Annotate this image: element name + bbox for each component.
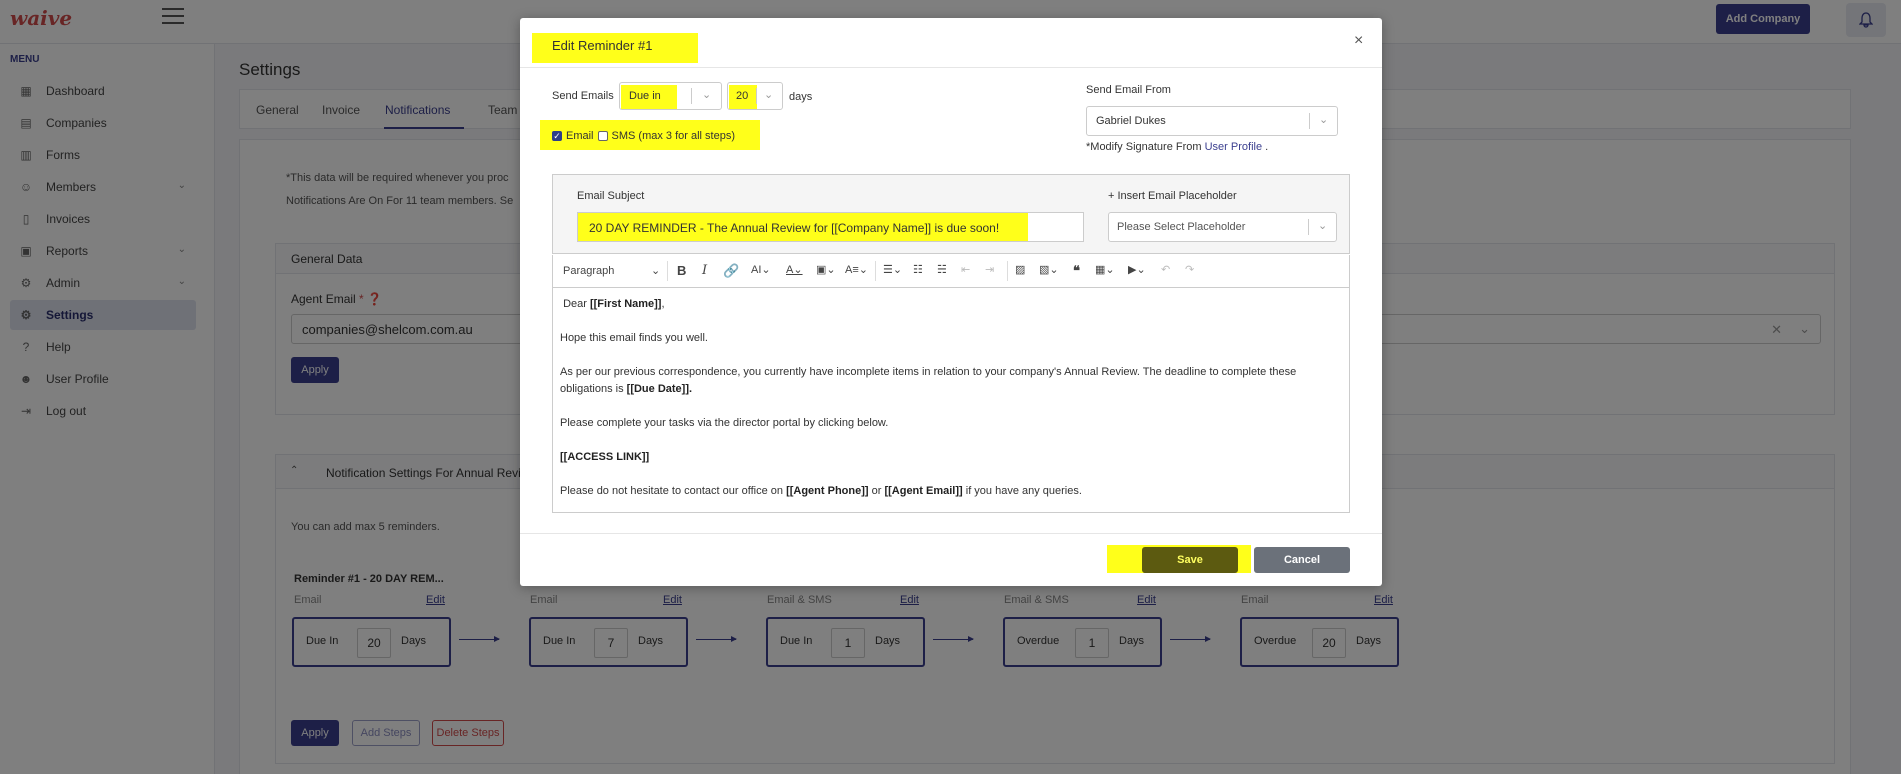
timing-select[interactable]: Due in ⌄ <box>619 82 722 110</box>
edit-reminder-modal: Edit Reminder #1 × Send Emails Due in ⌄ … <box>520 18 1382 586</box>
channel-checkboxes: ✓ Email SMS (max 3 for all steps) <box>552 130 735 142</box>
editor-toolbar: Paragraph ⌄ B I 🔗 AI⌄ A⌄ ▣⌄ A≡⌄ ☰⌄ ☷ ☵ ⇤… <box>552 255 1350 288</box>
image-icon[interactable]: ▨ <box>1015 263 1025 276</box>
send-from-select[interactable]: Gabriel Dukes ⌄ <box>1086 106 1338 136</box>
font-color-icon[interactable]: A⌄ <box>786 263 803 276</box>
sms-checkbox[interactable] <box>597 131 608 141</box>
redo-icon[interactable]: ↷ <box>1185 263 1194 276</box>
insert-image-icon[interactable]: ▧⌄ <box>1039 263 1059 276</box>
email-subject-label: Email Subject <box>577 190 645 202</box>
chevron-down-icon: ⌄ <box>702 89 712 101</box>
font-size-icon[interactable]: AI⌄ <box>751 263 771 276</box>
quote-icon[interactable]: ❝ <box>1073 263 1080 279</box>
outdent-icon[interactable]: ⇤ <box>961 263 970 276</box>
chevron-down-icon: ⌄ <box>1318 220 1328 232</box>
body-paragraph: Please complete your tasks via the direc… <box>560 417 889 429</box>
highlight-color-icon[interactable]: ▣⌄ <box>816 263 836 276</box>
chevron-down-icon[interactable]: ⌄ <box>651 264 660 277</box>
link-icon[interactable]: 🔗 <box>723 263 739 279</box>
body-paragraph: Hope this email finds you well. <box>560 332 708 344</box>
table-icon[interactable]: ▦⌄ <box>1095 263 1115 276</box>
align-icon[interactable]: ☰⌄ <box>883 263 902 276</box>
paragraph-format-select[interactable]: Paragraph <box>563 265 614 277</box>
bold-icon[interactable]: B <box>677 263 686 278</box>
save-button[interactable]: Save <box>1142 547 1238 573</box>
body-greeting: Dear [[First Name]], <box>563 298 665 310</box>
days-unit-label: days <box>789 91 813 103</box>
modal-footer: Save Cancel <box>520 533 1382 586</box>
body-paragraph: As per our previous correspondence, you … <box>560 366 1297 395</box>
insert-placeholder-label: + Insert Email Placeholder <box>1108 190 1237 202</box>
send-emails-label: Send Emails <box>552 90 614 102</box>
close-icon[interactable]: × <box>1354 32 1363 50</box>
email-subject-input[interactable]: 20 DAY REMINDER - The Annual Review for … <box>577 212 1084 242</box>
numbered-list-icon[interactable]: ☵ <box>937 263 947 276</box>
chevron-down-icon: ⌄ <box>1319 114 1329 126</box>
placeholder-select[interactable]: Please Select Placeholder ⌄ <box>1108 212 1337 242</box>
days-select[interactable]: 20 ⌄ <box>727 82 783 110</box>
modal-title: Edit Reminder #1 <box>552 38 653 53</box>
indent-icon[interactable]: ⇥ <box>985 263 994 276</box>
send-from-label: Send Email From <box>1086 84 1171 96</box>
undo-icon[interactable]: ↶ <box>1161 263 1170 276</box>
cancel-button[interactable]: Cancel <box>1254 547 1350 573</box>
chevron-down-icon: ⌄ <box>764 89 774 101</box>
email-checkbox[interactable]: ✓ <box>552 131 562 141</box>
text-style-icon[interactable]: A≡⌄ <box>845 263 868 276</box>
modal-header: Edit Reminder #1 × <box>520 18 1382 68</box>
bullet-list-icon[interactable]: ☷ <box>913 263 923 276</box>
body-paragraph: Please do not hesitate to contact our of… <box>560 485 1082 497</box>
italic-icon[interactable]: I <box>702 263 707 278</box>
signature-note: *Modify Signature From User Profile . <box>1086 141 1269 153</box>
media-icon[interactable]: ▶⌄ <box>1128 263 1146 276</box>
email-body-editor[interactable]: Dear [[First Name]], Hope this email fin… <box>552 288 1350 513</box>
body-paragraph: [[ACCESS LINK]] <box>560 451 650 463</box>
user-profile-link[interactable]: User Profile <box>1205 141 1262 153</box>
